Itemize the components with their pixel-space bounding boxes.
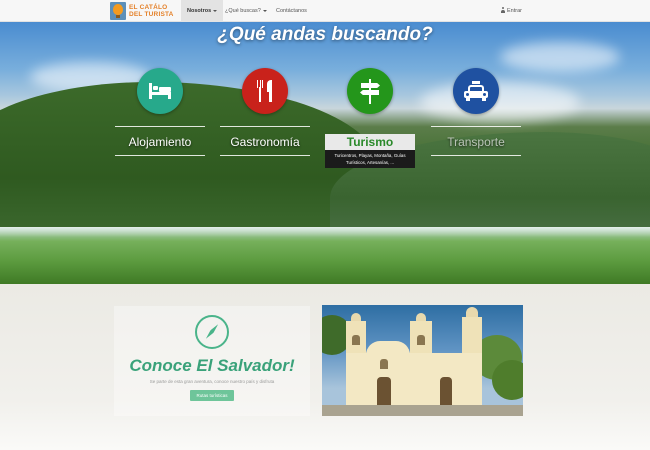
login-link[interactable]: Entrar — [500, 0, 522, 22]
church-window — [380, 359, 388, 369]
nav-item-contactanos[interactable]: Contáctanos — [270, 0, 313, 22]
divider — [220, 126, 310, 127]
knife-icon — [267, 80, 273, 102]
promo-text: Se parte de esta gran aventura, conoce n… — [149, 379, 275, 384]
compass-icon — [195, 315, 229, 349]
logo-line-2: DEL TURISTA — [129, 11, 174, 18]
nav-item-label: ¿Qué buscas? — [225, 8, 261, 14]
category-transporte[interactable]: Transporte — [431, 68, 521, 156]
category-icon-circle — [453, 68, 499, 114]
top-navbar: EL CATÁLO DEL TURISTA Nosotros ¿Qué busc… — [0, 0, 650, 22]
church-door — [377, 377, 391, 405]
church-door — [440, 377, 452, 405]
divider — [220, 155, 310, 156]
category-label: Turismo — [325, 134, 415, 150]
taxi-icon — [464, 81, 488, 101]
divider — [431, 126, 521, 127]
login-label: Entrar — [507, 8, 522, 14]
nav-item-label: Nosotros — [187, 8, 212, 14]
category-label: Alojamiento — [128, 135, 192, 149]
bell-tower — [462, 317, 482, 355]
caret-down-icon — [213, 9, 218, 12]
plaza-ground — [322, 405, 523, 416]
promo-card: Conoce El Salvador! Se parte de esta gra… — [114, 306, 310, 416]
signpost-icon — [359, 79, 381, 104]
category-label: Transporte — [447, 135, 505, 149]
hero-banner: ¿Qué andas buscando? Alojamiento Gastron… — [0, 22, 650, 284]
nav-item-label: Contáctanos — [276, 8, 307, 14]
divider — [115, 155, 205, 156]
category-turismo[interactable]: Turismo Turicentros, Playas, Montaña, Gu… — [325, 68, 415, 168]
hero-title: ¿Qué andas buscando? — [217, 24, 433, 45]
button-label: Rutas turísticas — [196, 393, 228, 398]
divider — [431, 155, 521, 156]
tourist-routes-button[interactable]: Rutas turísticas — [190, 390, 234, 401]
category-icon-circle — [242, 68, 288, 114]
church-window — [352, 335, 360, 345]
logo-line-1: EL CATÁLO — [129, 4, 168, 11]
nav-item-que-buscas[interactable]: ¿Qué buscas? — [219, 0, 273, 22]
divider — [115, 126, 205, 127]
category-icon-circle — [137, 68, 183, 114]
tree — [492, 360, 523, 400]
church-facade — [346, 353, 482, 405]
category-icon-circle — [347, 68, 393, 114]
cutlery-icon — [257, 80, 263, 102]
bed-icon — [149, 83, 171, 99]
balloon-logo-icon — [110, 2, 126, 20]
promo-title: Conoce El Salvador! — [129, 356, 295, 375]
category-label: Gastronomía — [230, 135, 300, 149]
category-description: Turicentros, Playas, Montaña, Guías Turí… — [325, 150, 415, 168]
church-gable — [366, 341, 410, 355]
caret-down-icon — [262, 9, 267, 12]
user-icon — [500, 7, 505, 13]
nav-item-nosotros[interactable]: Nosotros — [181, 0, 224, 22]
logo-text: EL CATÁLO DEL TURISTA — [129, 4, 174, 18]
church-photo — [322, 305, 523, 416]
church-window — [417, 335, 425, 345]
category-gastronomia[interactable]: Gastronomía — [220, 68, 310, 156]
category-alojamiento[interactable]: Alojamiento — [115, 68, 205, 156]
site-logo[interactable]: EL CATÁLO DEL TURISTA — [110, 1, 174, 21]
lake-reflection — [0, 227, 650, 237]
